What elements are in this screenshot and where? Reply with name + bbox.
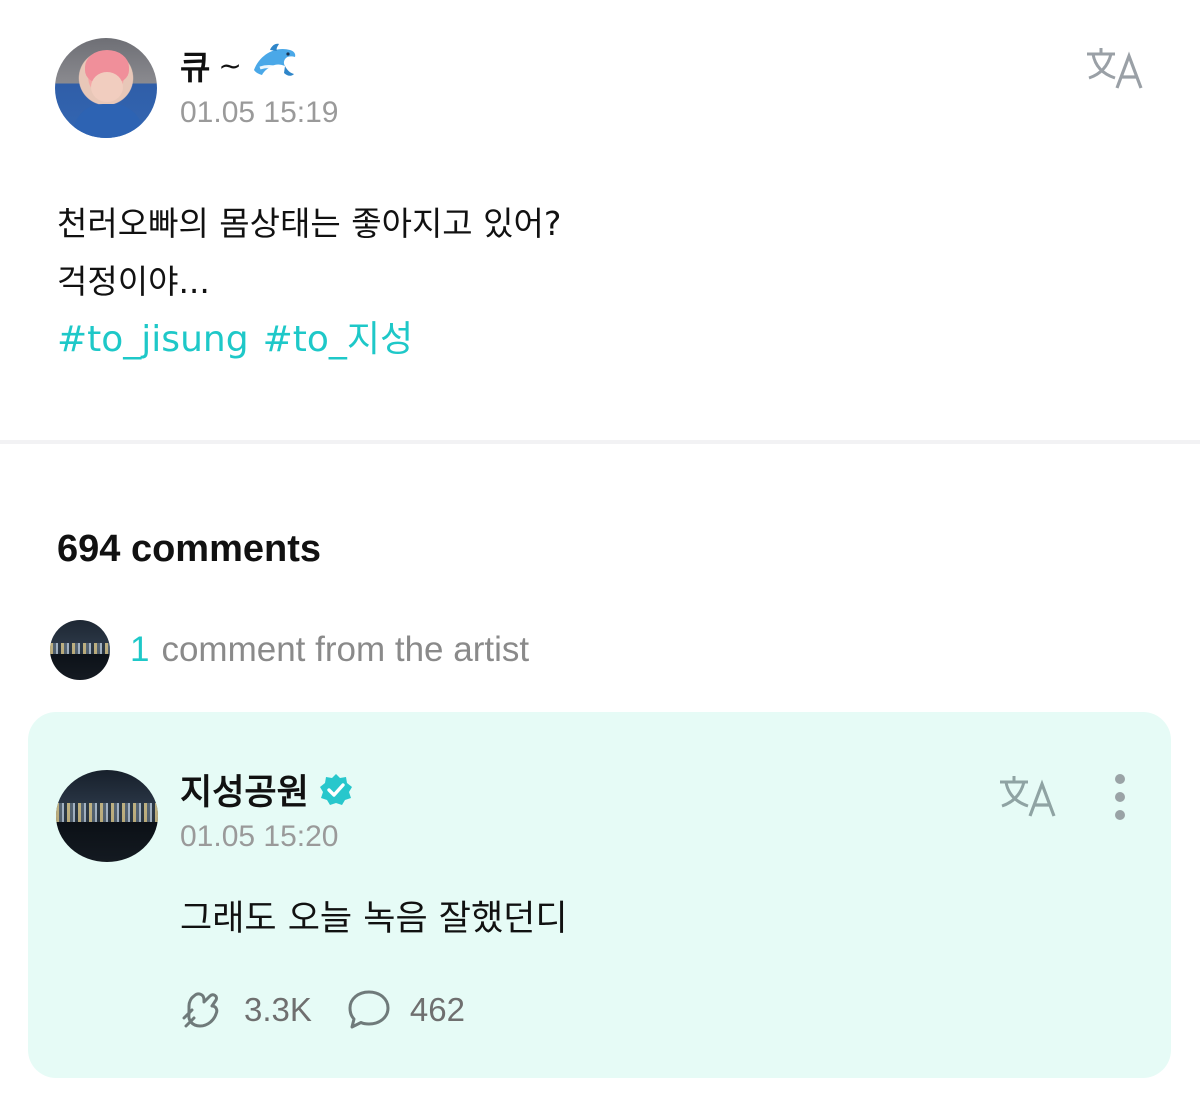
artist-comment-card: 지성공원 01.05 15:20 그래도 오늘 녹음 잘했던디 3.3K 462 (28, 712, 1171, 1078)
translate-icon[interactable] (1085, 44, 1145, 92)
artist-name-row: 지성공원 (180, 764, 353, 815)
artist-avatar-small (50, 620, 110, 680)
fan-post: 큐 ~ 01.05 15:19 천러오빠의 몸상태는 좋아지고 있어? 걱정이야… (0, 0, 1200, 440)
speech-bubble-icon (348, 990, 390, 1029)
section-divider (0, 440, 1200, 444)
post-timestamp: 01.05 15:19 (180, 96, 339, 129)
artist-comment-text: comment from the artist (161, 630, 530, 669)
comment-stats: 3.3K 462 (180, 988, 499, 1032)
artist-comment-timestamp: 01.05 15:20 (180, 820, 339, 853)
translate-icon[interactable] (998, 772, 1058, 820)
artist-comments-label: 1 comment from the artist (130, 630, 529, 670)
artist-name[interactable]: 지성공원 (180, 764, 309, 815)
reply-button[interactable]: 462 (346, 988, 465, 1032)
artist-comments-link[interactable]: 1 comment from the artist (50, 620, 529, 680)
like-count: 3.3K (244, 991, 312, 1028)
hashtag-to-jisung[interactable]: #to_jisung (57, 319, 249, 360)
artist-comment-text: 그래도 오늘 녹음 잘했던디 (180, 899, 568, 939)
author-avatar[interactable] (55, 38, 157, 138)
hashtag-to-jisung-korean[interactable]: #to_지성 (263, 319, 414, 360)
like-button[interactable]: 3.3K (180, 988, 312, 1032)
artist-comment-count: 1 (130, 630, 150, 669)
artist-avatar[interactable] (56, 770, 158, 862)
post-line-2: 걱정이야... (57, 262, 210, 301)
verified-badge-icon (319, 773, 352, 805)
post-line-1: 천러오빠의 몸상태는 좋아지고 있어? (57, 204, 562, 243)
dolphin-icon (253, 43, 296, 76)
post-body: 천러오빠의 몸상태는 좋아지고 있어? 걱정이야... #to_jisung #t… (57, 195, 561, 369)
author-name-row: 큐 ~ (180, 40, 300, 90)
more-options-icon[interactable] (1113, 774, 1127, 824)
hashtag-row: #to_jisung #to_지성 (57, 311, 561, 369)
comments-count: 694 comments (57, 528, 322, 570)
author-name-suffix: ~ (218, 48, 242, 82)
author-name[interactable]: 큐 (180, 41, 210, 89)
reply-count: 462 (409, 991, 465, 1028)
cheer-icon (182, 992, 219, 1028)
